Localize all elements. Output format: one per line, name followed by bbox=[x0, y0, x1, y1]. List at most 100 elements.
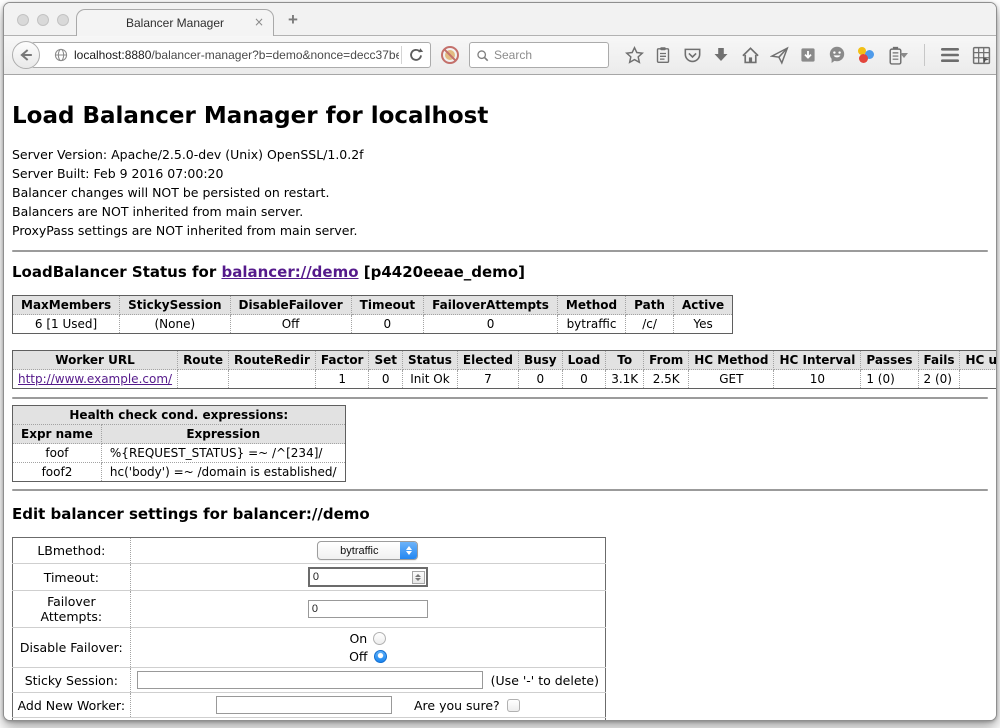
cell-expr-name: foof2 bbox=[13, 463, 102, 482]
worker-data-row: http://www.example.com/ 1 0 Init Ok 7 0 … bbox=[13, 370, 997, 389]
search-icon bbox=[476, 49, 489, 62]
home-icon[interactable] bbox=[740, 45, 760, 65]
toolbar-separator bbox=[924, 44, 925, 66]
col-load: Load bbox=[562, 351, 606, 370]
col-path: Path bbox=[626, 296, 674, 315]
status-heading: LoadBalancer Status for balancer://demo … bbox=[12, 263, 988, 281]
worker-url-link[interactable]: http://www.example.com/ bbox=[18, 372, 172, 386]
browser-window: Balancer Manager × + localhost:8880/bala… bbox=[3, 2, 997, 721]
number-spinner-icon[interactable] bbox=[412, 571, 425, 584]
download-icon[interactable] bbox=[711, 45, 731, 65]
col-from: From bbox=[644, 351, 689, 370]
col-timeout: Timeout bbox=[351, 296, 423, 315]
col-busy: Busy bbox=[518, 351, 562, 370]
cell-expr-name: foof bbox=[13, 444, 102, 463]
page-tiles-icon[interactable] bbox=[971, 45, 991, 65]
timeout-input[interactable] bbox=[308, 567, 428, 587]
col-disablefailover: DisableFailover bbox=[230, 296, 351, 315]
radio-off[interactable] bbox=[374, 650, 387, 663]
cell-hc-uri bbox=[960, 370, 996, 389]
submit-row: Submit bbox=[13, 718, 606, 722]
balancer-settings-form: LBmethod: bytraffic Timeout: Failover At… bbox=[12, 537, 606, 721]
col-active: Active bbox=[673, 296, 732, 315]
worker-table: Worker URL Route RouteRedir Factor Set S… bbox=[12, 350, 996, 389]
close-window-button[interactable] bbox=[17, 14, 29, 26]
col-hc-method: HC Method bbox=[689, 351, 774, 370]
cell-route bbox=[178, 370, 229, 389]
bookmark-star-icon[interactable] bbox=[624, 45, 644, 65]
reading-list-icon[interactable] bbox=[653, 45, 673, 65]
lbmethod-label: LBmethod: bbox=[13, 538, 131, 564]
health-check-table: Health check cond. expressions: Expr nam… bbox=[12, 405, 346, 482]
disable-failover-label: Disable Failover: bbox=[13, 628, 131, 668]
container-icon[interactable] bbox=[885, 45, 911, 65]
balancer-status-table: MaxMembers StickySession DisableFailover… bbox=[12, 295, 733, 334]
are-you-sure-checkbox[interactable] bbox=[507, 699, 520, 712]
timeout-row: Timeout: bbox=[13, 564, 606, 591]
search-input[interactable] bbox=[494, 48, 594, 62]
pocket-icon[interactable] bbox=[682, 45, 702, 65]
balancer-link[interactable]: balancer://demo bbox=[221, 263, 358, 281]
col-expression: Expression bbox=[101, 425, 345, 444]
sticky-session-row: Sticky Session: (Use '-' to delete) bbox=[13, 668, 606, 693]
url-bar[interactable]: localhost:8880/balancer-manager?b=demo&n… bbox=[31, 42, 431, 68]
tab-close-icon[interactable]: × bbox=[254, 15, 264, 29]
hello-chat-icon[interactable] bbox=[827, 45, 847, 65]
search-bar[interactable] bbox=[469, 42, 609, 68]
zoom-window-button[interactable] bbox=[57, 14, 69, 26]
url-host: localhost:8880 bbox=[74, 48, 151, 62]
col-stickysession: StickySession bbox=[120, 296, 230, 315]
col-hc-uri: HC uri bbox=[960, 351, 996, 370]
container-dropdown-caret bbox=[900, 53, 908, 58]
col-elected: Elected bbox=[457, 351, 518, 370]
failover-attempts-row: Failover Attempts: bbox=[13, 591, 606, 628]
colored-dots-icon[interactable] bbox=[856, 45, 876, 65]
navigation-toolbar: localhost:8880/balancer-manager?b=demo&n… bbox=[4, 36, 996, 75]
col-hc-interval: HC Interval bbox=[774, 351, 861, 370]
inherit-note: Balancers are NOT inherited from main se… bbox=[12, 202, 988, 221]
balancer-header-row: MaxMembers StickySession DisableFailover… bbox=[13, 296, 733, 315]
cell-load: 0 bbox=[562, 370, 606, 389]
health-row: foof2 hc('body') =~ /domain is establish… bbox=[13, 463, 346, 482]
failover-attempts-label: Failover Attempts: bbox=[13, 591, 131, 628]
send-tab-icon[interactable] bbox=[769, 45, 789, 65]
add-worker-row: Add New Worker: Are you sure? bbox=[13, 693, 606, 718]
cell-fails: 2 (0) bbox=[918, 370, 960, 389]
col-passes: Passes bbox=[861, 351, 918, 370]
worker-header-row: Worker URL Route RouteRedir Factor Set S… bbox=[13, 351, 997, 370]
server-version: Server Version: Apache/2.5.0-dev (Unix) … bbox=[12, 145, 988, 164]
cell-failoverattempts: 0 bbox=[424, 315, 558, 334]
sticky-session-label: Sticky Session: bbox=[13, 668, 131, 693]
traffic-lights bbox=[17, 14, 69, 26]
blocked-plugin-icon[interactable] bbox=[440, 45, 460, 65]
back-button[interactable] bbox=[12, 41, 40, 69]
server-built: Server Built: Feb 9 2016 07:00:20 bbox=[12, 164, 988, 183]
failover-attempts-input[interactable] bbox=[308, 600, 428, 618]
tab-balancer-manager[interactable]: Balancer Manager × bbox=[76, 9, 274, 36]
save-page-icon[interactable] bbox=[798, 45, 818, 65]
col-fails: Fails bbox=[918, 351, 960, 370]
titlebar: Balancer Manager × + bbox=[4, 3, 996, 36]
new-tab-button[interactable]: + bbox=[288, 10, 298, 30]
cell-to: 3.1K bbox=[606, 370, 644, 389]
radio-on[interactable] bbox=[373, 632, 386, 645]
col-set: Set bbox=[369, 351, 403, 370]
minimize-window-button[interactable] bbox=[37, 14, 49, 26]
lbmethod-row: LBmethod: bytraffic bbox=[13, 538, 606, 564]
add-worker-input[interactable] bbox=[216, 696, 392, 714]
cell-expression: hc('body') =~ /domain is established/ bbox=[101, 463, 345, 482]
health-table-title: Health check cond. expressions: bbox=[13, 406, 346, 425]
cell-timeout: 0 bbox=[351, 315, 423, 334]
menu-icon[interactable] bbox=[938, 45, 962, 65]
cell-hc-interval: 10 bbox=[774, 370, 861, 389]
add-worker-label: Add New Worker: bbox=[13, 693, 131, 718]
cell-method: bytraffic bbox=[557, 315, 625, 334]
sticky-session-input[interactable] bbox=[137, 671, 483, 689]
reload-icon[interactable] bbox=[408, 47, 424, 63]
divider bbox=[12, 397, 988, 399]
radio-off-label: Off bbox=[349, 649, 367, 664]
lbmethod-select[interactable]: bytraffic bbox=[317, 541, 418, 560]
health-row: foof %{REQUEST_STATUS} =~ /^[234]/ bbox=[13, 444, 346, 463]
disable-failover-row: Disable Failover: On Off bbox=[13, 628, 606, 668]
sticky-session-hint: (Use '-' to delete) bbox=[491, 673, 599, 688]
